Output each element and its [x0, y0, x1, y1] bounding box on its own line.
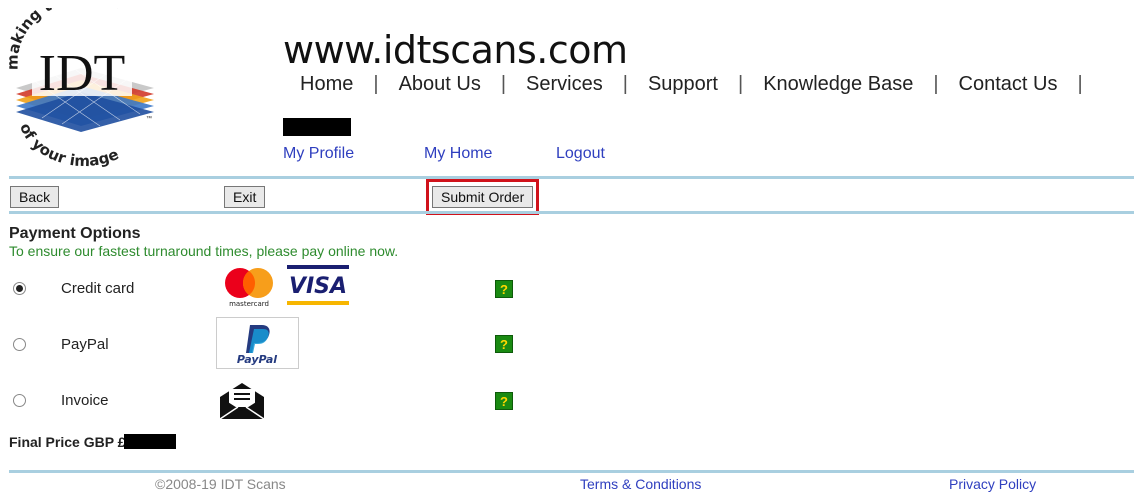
- paypal-text: PayPal: [237, 353, 277, 366]
- redacted-username: [283, 118, 351, 136]
- nav-separator: |: [373, 73, 379, 95]
- nav-home[interactable]: Home: [300, 73, 353, 96]
- nav-separator: |: [738, 73, 744, 95]
- nav-separator: |: [1077, 73, 1083, 95]
- nav-support[interactable]: Support: [648, 73, 718, 96]
- envelope-icon: [219, 383, 265, 420]
- paypal-label: PayPal: [61, 336, 109, 353]
- credit-card-radio[interactable]: [13, 282, 26, 295]
- visa-text: VISA: [289, 274, 347, 299]
- payment-options-subtitle: To ensure our fastest turnaround times, …: [9, 243, 399, 259]
- nav-services[interactable]: Services: [526, 73, 603, 96]
- invoice-label: Invoice: [61, 392, 109, 409]
- submit-order-button[interactable]: Submit Order: [432, 186, 534, 208]
- privacy-policy-link[interactable]: Privacy Policy: [949, 476, 1036, 492]
- terms-conditions-link[interactable]: Terms & Conditions: [580, 476, 701, 492]
- invoice-radio[interactable]: [13, 394, 26, 407]
- logout-link[interactable]: Logout: [556, 145, 605, 163]
- visa-icon: VISA: [287, 265, 349, 305]
- final-price-label: Final Price GBP £: [9, 434, 126, 450]
- my-home-link[interactable]: My Home: [424, 145, 492, 163]
- nav-about-us[interactable]: About Us: [399, 73, 481, 96]
- idt-logo: making the most IDT of your image ™: [6, 8, 154, 168]
- paypal-icon: PayPal: [216, 317, 299, 369]
- mastercard-icon: mastercard: [225, 268, 273, 308]
- site-title: www.idtscans.com: [283, 28, 628, 72]
- my-profile-link[interactable]: My Profile: [283, 145, 354, 163]
- divider-rule: [9, 176, 1134, 179]
- divider-rule: [9, 211, 1134, 214]
- exit-button[interactable]: Exit: [224, 186, 266, 208]
- copyright-text: ©2008-19 IDT Scans: [155, 476, 286, 492]
- paypal-radio[interactable]: [13, 338, 26, 351]
- invoice-help-icon[interactable]: ?: [495, 392, 513, 410]
- redacted-price: [124, 434, 176, 449]
- nav-contact-us[interactable]: Contact Us: [959, 73, 1058, 96]
- logo-brand-text: IDT: [39, 45, 126, 102]
- nav-separator: |: [500, 73, 507, 95]
- back-button[interactable]: Back: [10, 186, 60, 208]
- payment-options-title: Payment Options: [9, 225, 141, 242]
- mastercard-text: mastercard: [229, 300, 269, 308]
- divider-rule: [9, 470, 1134, 473]
- nav-separator: |: [622, 73, 628, 95]
- credit-card-help-icon[interactable]: ?: [495, 280, 513, 298]
- nav-knowledge-base[interactable]: Knowledge Base: [763, 73, 913, 96]
- logo-trademark: ™: [146, 115, 152, 122]
- main-nav: Home | About Us | Services | Support | K…: [300, 73, 1103, 96]
- credit-card-label: Credit card: [61, 280, 135, 297]
- paypal-help-icon[interactable]: ?: [495, 335, 513, 353]
- nav-separator: |: [933, 73, 939, 95]
- submit-order-highlight: Submit Order: [426, 179, 540, 215]
